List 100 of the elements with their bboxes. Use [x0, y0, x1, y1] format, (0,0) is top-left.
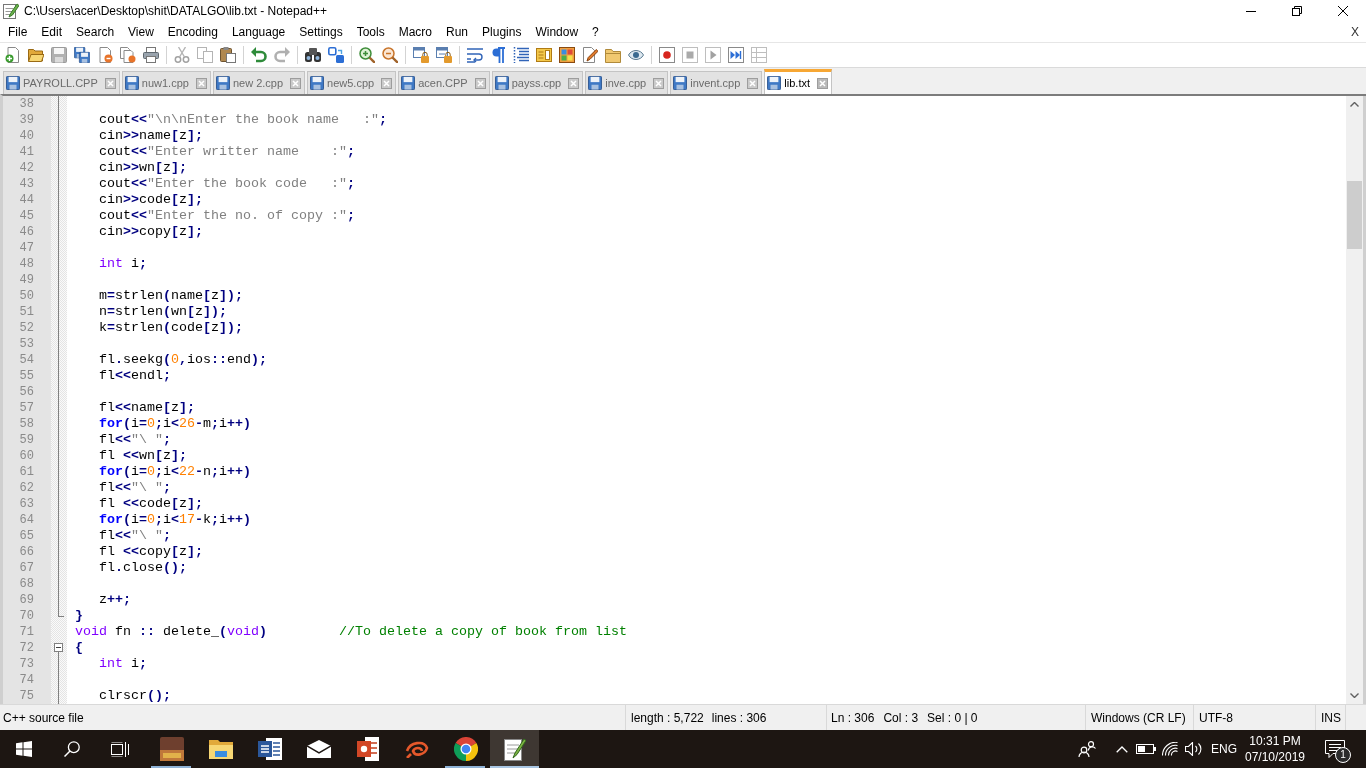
eye-icon[interactable] — [627, 47, 644, 63]
new-file-icon[interactable] — [4, 47, 21, 63]
close-file-icon[interactable] — [96, 47, 113, 63]
code-line: void fn :: delete_(void) //To delete a copy of book from list — [75, 624, 627, 639]
tab[interactable]: payss.cpp — [491, 71, 584, 94]
tab-close-icon[interactable] — [817, 77, 829, 89]
menu-item[interactable]: Settings — [292, 23, 350, 41]
tab[interactable]: invent.cpp — [670, 71, 763, 94]
file-type-label: C++ source file — [3, 710, 84, 725]
line-number: 54 — [19, 353, 34, 367]
menu-item[interactable]: View — [121, 23, 161, 41]
line-number: 61 — [19, 465, 34, 479]
tab[interactable]: new5.cpp — [307, 71, 397, 94]
line-number: 74 — [19, 673, 34, 687]
clock-date[interactable]: 07/10/2019 — [1244, 749, 1306, 765]
line-number: 45 — [19, 209, 34, 223]
chevron-up-icon[interactable] — [1116, 745, 1128, 753]
tab-close-icon[interactable] — [381, 77, 393, 89]
menu-item[interactable]: Tools — [349, 23, 392, 41]
code-line: m=strlen(name[z]); — [99, 288, 243, 303]
tab-close-icon[interactable] — [568, 77, 580, 89]
tab-close-icon[interactable] — [195, 77, 207, 89]
menu-item[interactable]: Search — [69, 23, 122, 41]
tab-close-icon[interactable] — [290, 77, 302, 89]
code-line: fl<<endl; — [99, 368, 171, 383]
start-icon[interactable] — [16, 741, 32, 757]
undo-icon[interactable] — [250, 47, 267, 63]
menu-item[interactable]: Macro — [391, 23, 439, 41]
locked-window-icon[interactable] — [435, 47, 452, 63]
line-number: 66 — [19, 545, 34, 559]
presentation-icon — [356, 737, 379, 761]
tab-close-icon[interactable] — [653, 77, 665, 89]
menu-item[interactable]: Window — [528, 23, 586, 41]
close-document-button[interactable]: X — [1349, 24, 1361, 40]
open-folder-icon[interactable] — [27, 47, 44, 63]
code-line: n=strlen(wn[z]); — [99, 304, 227, 319]
language-indicator[interactable]: ENG — [1211, 742, 1237, 756]
indent-guide-icon[interactable] — [512, 47, 529, 63]
pilcrow-icon[interactable] — [489, 47, 506, 63]
minimize-icon[interactable] — [1246, 10, 1256, 12]
code-line: cout<<"Enter the book code :"; — [99, 176, 355, 191]
record-icon[interactable] — [658, 47, 675, 63]
menu-item[interactable]: Run — [439, 23, 476, 41]
menu-item[interactable]: Encoding — [160, 23, 225, 41]
code-line: cout<<"Enter writter name :"; — [99, 144, 355, 159]
notification-icon[interactable] — [1325, 740, 1345, 758]
code-line: fl<<"\ "; — [99, 432, 171, 447]
tab[interactable]: acen.CPP — [398, 71, 490, 94]
taskbar-button[interactable] — [490, 730, 539, 768]
locked-window-icon[interactable] — [412, 47, 429, 63]
tab-close-icon[interactable] — [474, 77, 486, 89]
paste-icon[interactable] — [219, 47, 236, 63]
folder-icon[interactable] — [604, 47, 621, 63]
word-wrap-icon[interactable] — [466, 47, 483, 63]
task-view-icon[interactable] — [111, 741, 129, 757]
length-label: length : 5,722 — [631, 710, 704, 725]
code-line: clrscr(); — [99, 688, 171, 703]
fold-collapse-icon[interactable] — [54, 643, 63, 652]
close-all-icon[interactable] — [119, 47, 136, 63]
wifi-icon[interactable] — [1162, 742, 1178, 756]
scrollbar-thumb[interactable] — [1347, 181, 1362, 249]
selection-label: Sel : 0 | 0 — [927, 710, 978, 725]
print-icon[interactable] — [142, 47, 159, 63]
menu-item[interactable]: Edit — [34, 23, 70, 41]
save-all-icon[interactable] — [73, 47, 90, 63]
document-map-icon[interactable] — [535, 47, 552, 63]
zoom-out-icon[interactable] — [381, 47, 398, 63]
tab[interactable]: new 2.cpp — [212, 71, 306, 94]
scroll-up-icon[interactable] — [1350, 102, 1359, 107]
line-number: 64 — [19, 513, 34, 527]
scroll-down-icon[interactable] — [1350, 693, 1359, 698]
battery-icon[interactable] — [1136, 744, 1156, 754]
people-icon[interactable] — [1078, 741, 1096, 757]
close-icon[interactable] — [1338, 6, 1348, 16]
tab[interactable]: PAYROLL.CPP — [3, 71, 120, 94]
vertical-scrollbar[interactable] — [1346, 96, 1366, 704]
replace-icon[interactable] — [327, 47, 344, 63]
menu-item[interactable]: File — [1, 23, 35, 41]
restore-icon[interactable] — [1292, 6, 1302, 16]
search-icon[interactable] — [64, 741, 80, 757]
tab[interactable]: inve.cpp — [585, 71, 669, 94]
menu-item[interactable]: Language — [224, 23, 293, 41]
fast-forward-icon[interactable] — [727, 47, 744, 63]
code-line: cin>>code[z]; — [99, 192, 203, 207]
line-number: 47 — [19, 241, 34, 255]
tab[interactable]: lib.txt — [764, 69, 833, 94]
menu-item[interactable]: ? — [585, 23, 606, 41]
tab-close-icon[interactable] — [104, 77, 116, 89]
tab[interactable]: nuw1.cpp — [121, 71, 211, 94]
pencil-page-icon[interactable] — [581, 47, 598, 63]
line-number: 58 — [19, 417, 34, 431]
menu-item[interactable]: Plugins — [475, 23, 529, 41]
tab-close-icon[interactable] — [747, 77, 759, 89]
code-line: for(i=0;i<26-m;i++) — [99, 416, 251, 431]
zoom-in-icon[interactable] — [358, 47, 375, 63]
binoculars-icon[interactable] — [304, 47, 321, 63]
speaker-icon[interactable] — [1185, 742, 1203, 756]
line-number: 62 — [19, 481, 34, 495]
clock-time[interactable]: 10:31 PM — [1249, 733, 1301, 749]
grid-panel-icon[interactable] — [558, 47, 575, 63]
